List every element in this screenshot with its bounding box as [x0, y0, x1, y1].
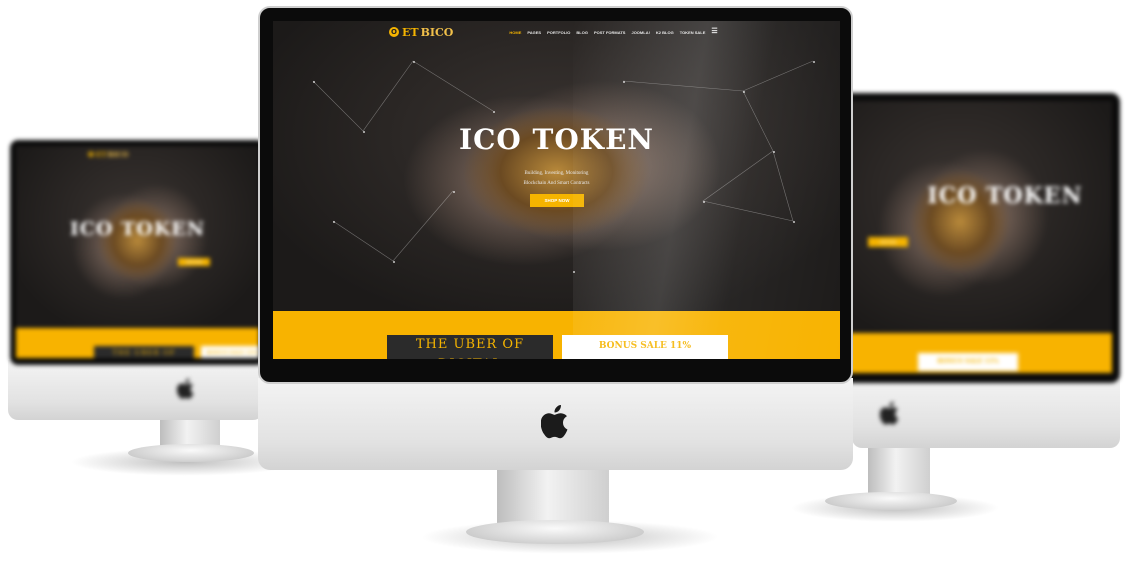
- menu-item-pages[interactable]: PAGES: [527, 30, 541, 35]
- hero-title: ICO TOKEN: [927, 183, 1083, 209]
- site-preview-right: ICO TOKEN SHOP NOW BONUS SALE 11%: [808, 101, 1112, 373]
- bonus-sale-box[interactable]: BONUS SALE 11%: [201, 346, 259, 358]
- site-logo: O ET BICO: [88, 149, 129, 159]
- menu-item-portfolio[interactable]: PORTFOLIO: [547, 30, 570, 35]
- shop-now-button[interactable]: SHOP NOW: [868, 237, 908, 247]
- menu-item-home[interactable]: HOME: [509, 30, 521, 35]
- bonus-sale-box[interactable]: BONUS SALE 11%: [918, 353, 1018, 371]
- hero-title: ICO TOKEN: [69, 218, 206, 240]
- uber-digital-box: THE UBER OF DIGITAL: [94, 346, 194, 358]
- shop-now-button[interactable]: SHOP NOW: [178, 258, 210, 266]
- uber-digital-box: THE UBER OF DIGITAL: [387, 335, 553, 359]
- site-logo[interactable]: O ET BICO: [389, 26, 453, 39]
- apple-logo-icon: [177, 378, 194, 399]
- apple-logo-icon: [880, 401, 899, 425]
- site-preview-center: O ETBICO HOME PAGES PORTFOLIO BLOG POST …: [273, 21, 840, 359]
- site-preview-left: O ET BICO ICO TOKEN SHOP NOW THE UBER OF …: [16, 146, 259, 358]
- coin-logo-icon: O: [389, 27, 399, 37]
- apple-logo-icon: [541, 404, 568, 439]
